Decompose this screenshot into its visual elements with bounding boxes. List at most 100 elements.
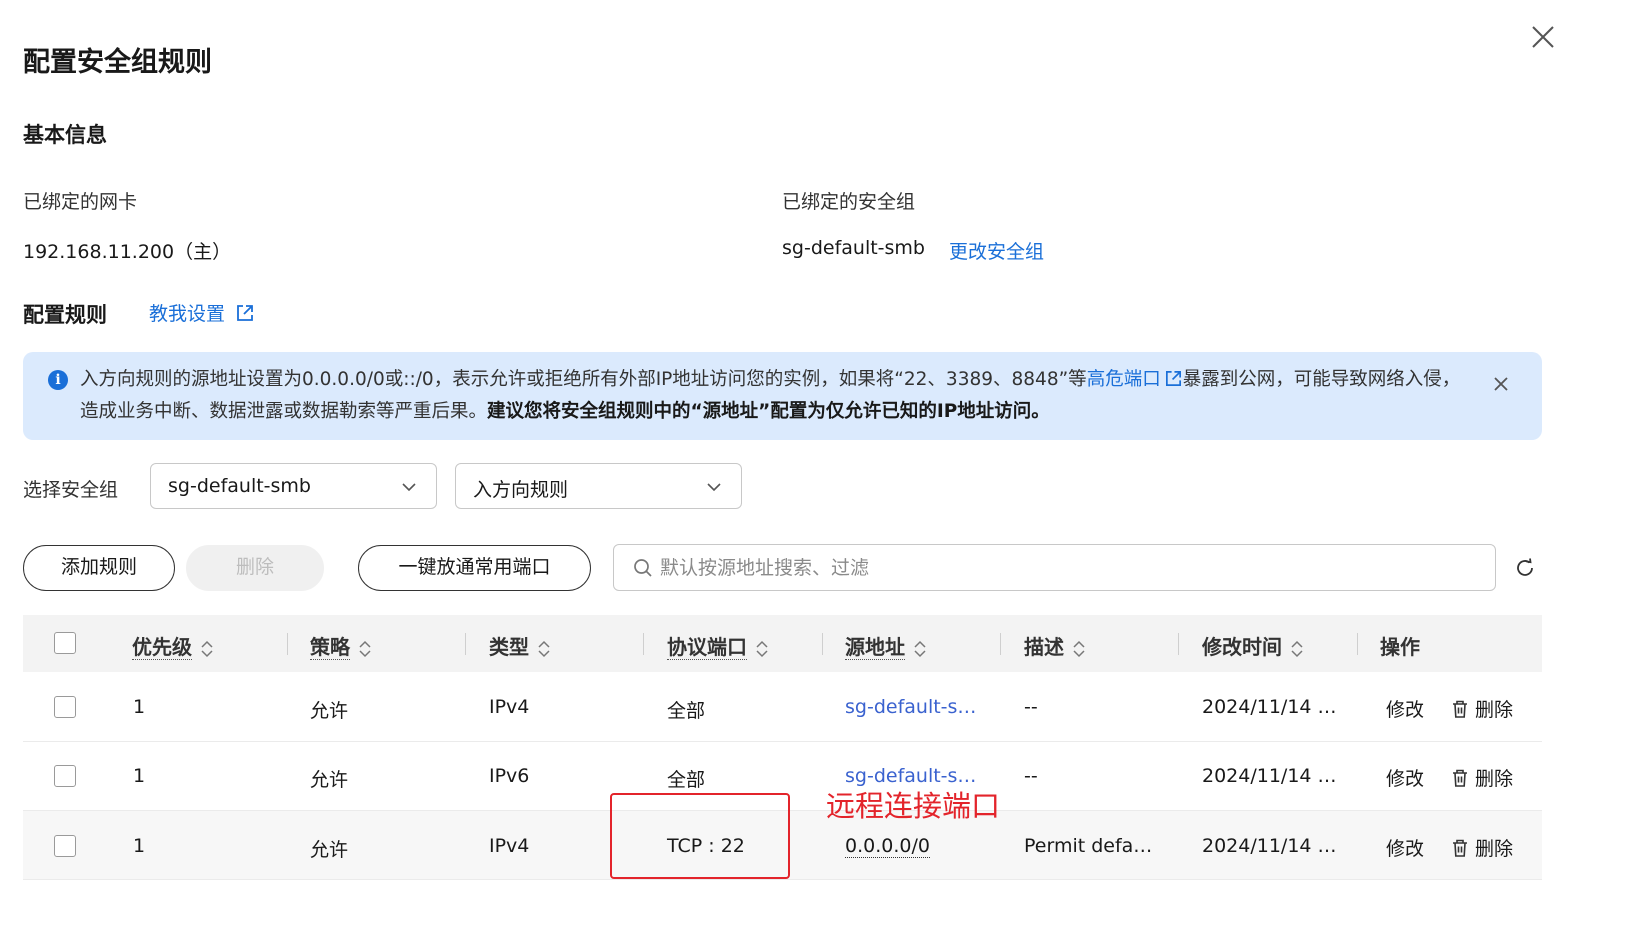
sort-icon xyxy=(756,640,768,657)
chevron-down-icon xyxy=(707,483,721,492)
bound-sg-label: 已绑定的安全组 xyxy=(782,191,916,213)
col-type[interactable]: 类型 xyxy=(489,631,551,660)
sg-select-value: sg-default-smb xyxy=(168,475,311,497)
direction-select-value: 入方向规则 xyxy=(473,479,569,501)
bound-sg-value: sg-default-smb xyxy=(782,237,925,259)
cell-priority: 1 xyxy=(133,696,146,718)
column-divider xyxy=(822,633,823,655)
col-source-label: 源地址 xyxy=(845,635,905,660)
cell-type: IPv4 xyxy=(489,835,530,857)
sort-icon xyxy=(914,640,926,657)
col-type-label: 类型 xyxy=(489,635,529,659)
trash-icon xyxy=(1453,839,1467,857)
col-priority[interactable]: 优先级 xyxy=(132,631,214,660)
annotation-highlight-box xyxy=(610,793,790,879)
cell-protocol-port: 全部 xyxy=(667,700,706,722)
select-sg-label: 选择安全组 xyxy=(23,479,119,501)
trash-icon xyxy=(1453,700,1467,718)
col-policy[interactable]: 策略 xyxy=(310,631,372,660)
cell-modified-time: 2024/11/14 … xyxy=(1202,835,1337,857)
cell-policy: 允许 xyxy=(310,769,349,791)
info-icon: i xyxy=(48,370,68,390)
alert-message: 入方向规则的源地址设置为0.0.0.0/0或::/0，表示允许或拒绝所有外部IP… xyxy=(80,364,1470,428)
delete-row-button[interactable]: 删除 xyxy=(1451,695,1513,722)
cell-modified-time: 2024/11/14 … xyxy=(1202,765,1337,787)
edit-button[interactable]: 修改 xyxy=(1386,695,1424,722)
basic-info-heading: 基本信息 xyxy=(23,123,107,147)
chevron-down-icon xyxy=(402,483,416,492)
table-row: 1 允许 IPv4 全部 sg-default-s… -- 2024/11/14… xyxy=(23,673,1542,742)
cell-description: Permit defa… xyxy=(1024,835,1153,857)
bound-nic-value: 192.168.11.200（主） xyxy=(23,241,232,263)
rules-heading: 配置规则 xyxy=(23,303,107,327)
open-common-ports-button[interactable]: 一键放通常用端口 xyxy=(358,545,591,591)
row-checkbox[interactable] xyxy=(54,696,76,718)
column-divider xyxy=(643,633,644,655)
column-divider xyxy=(1000,633,1001,655)
col-actions: 操作 xyxy=(1380,635,1420,659)
sort-icon xyxy=(359,640,371,657)
search-input[interactable] xyxy=(660,552,1480,584)
external-link-icon xyxy=(1165,370,1181,387)
alert-text-part1: 入方向规则的源地址设置为0.0.0.0/0或::/0，表示允许或拒绝所有外部IP… xyxy=(80,369,1087,390)
refresh-icon[interactable] xyxy=(1513,556,1537,580)
search-icon xyxy=(634,559,652,577)
close-icon[interactable] xyxy=(1528,22,1558,52)
annotation-label: 远程连接端口 xyxy=(826,789,1001,823)
cell-priority: 1 xyxy=(133,765,146,787)
cell-description: -- xyxy=(1024,765,1038,787)
delete-row-button[interactable]: 删除 xyxy=(1451,834,1513,861)
delete-row-label: 删除 xyxy=(1475,768,1514,790)
search-box[interactable] xyxy=(613,544,1496,591)
cell-priority: 1 xyxy=(133,835,146,857)
help-setup-link-label: 教我设置 xyxy=(149,303,226,325)
cell-policy: 允许 xyxy=(310,700,349,722)
sort-icon xyxy=(201,640,213,657)
col-modified-time[interactable]: 修改时间 xyxy=(1202,631,1304,660)
alert-text-bold: 建议您将安全组规则中的“源地址”配置为仅允许已知的IP地址访问。 xyxy=(487,401,1050,422)
col-policy-label: 策略 xyxy=(310,635,350,660)
column-divider xyxy=(287,633,288,655)
delete-row-button[interactable]: 删除 xyxy=(1451,764,1513,791)
cell-source-link[interactable]: sg-default-s… xyxy=(845,696,976,718)
edit-button[interactable]: 修改 xyxy=(1386,834,1424,861)
alert-close-icon[interactable] xyxy=(1490,373,1512,395)
cell-description: -- xyxy=(1024,696,1038,718)
col-description-label: 描述 xyxy=(1024,635,1064,659)
row-checkbox[interactable] xyxy=(54,765,76,787)
delete-row-label: 删除 xyxy=(1475,699,1514,721)
delete-row-label: 删除 xyxy=(1475,838,1514,860)
cell-type: IPv4 xyxy=(489,696,530,718)
help-setup-link[interactable]: 教我设置 xyxy=(149,299,255,326)
select-all-checkbox[interactable] xyxy=(54,632,76,654)
sort-icon xyxy=(1291,640,1303,657)
high-risk-ports-link[interactable]: 高危端口 xyxy=(1087,369,1183,390)
delete-button[interactable]: 删除 xyxy=(186,545,324,591)
trash-icon xyxy=(1453,769,1467,787)
external-link-icon xyxy=(237,305,253,321)
cell-modified-time: 2024/11/14 … xyxy=(1202,696,1337,718)
cell-type: IPv6 xyxy=(489,765,530,787)
cell-policy: 允许 xyxy=(310,839,349,861)
column-divider xyxy=(1357,633,1358,655)
column-divider xyxy=(465,633,466,655)
dialog-title: 配置安全组规则 xyxy=(23,47,212,78)
change-sg-link[interactable]: 更改安全组 xyxy=(949,237,1044,264)
col-description[interactable]: 描述 xyxy=(1024,631,1086,660)
sort-icon xyxy=(1073,640,1085,657)
sort-icon xyxy=(538,640,550,657)
add-rule-button[interactable]: 添加规则 xyxy=(23,545,175,591)
direction-select[interactable]: 入方向规则 xyxy=(455,463,742,509)
sg-select[interactable]: sg-default-smb xyxy=(150,463,437,509)
col-source[interactable]: 源地址 xyxy=(845,631,927,660)
high-risk-ports-link-label: 高危端口 xyxy=(1086,369,1161,390)
column-divider xyxy=(1178,633,1179,655)
edit-button[interactable]: 修改 xyxy=(1386,764,1424,791)
bound-nic-label: 已绑定的网卡 xyxy=(23,191,138,213)
cell-source[interactable]: 0.0.0.0/0 xyxy=(845,835,930,858)
col-modified-time-label: 修改时间 xyxy=(1202,635,1282,659)
row-checkbox[interactable] xyxy=(54,835,76,857)
cell-source-value: 0.0.0.0/0 xyxy=(845,835,930,858)
col-priority-label: 优先级 xyxy=(132,635,192,660)
col-protocol-port[interactable]: 协议端口 xyxy=(667,631,769,660)
